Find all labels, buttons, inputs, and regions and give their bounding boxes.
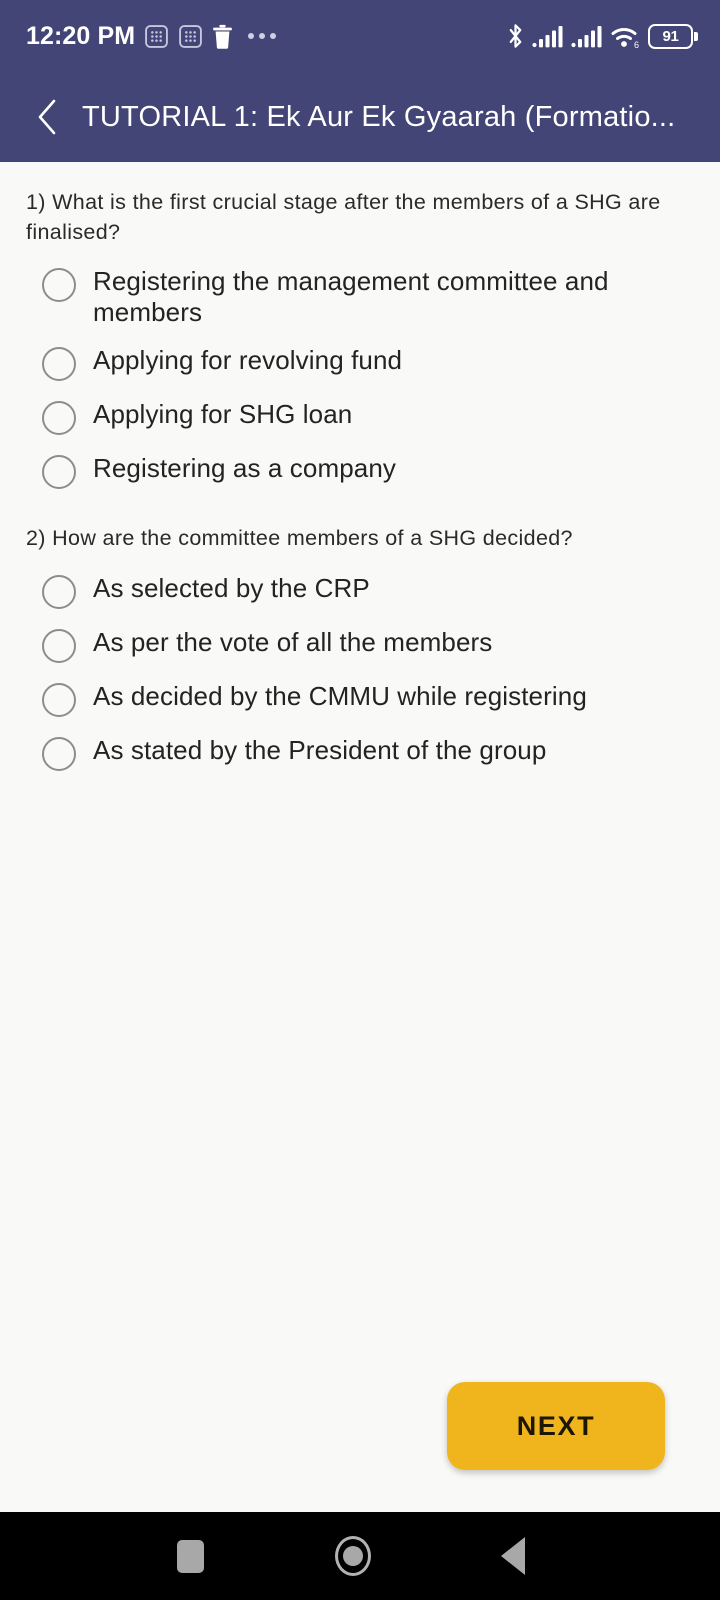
- footer-actions: NEXT: [0, 1382, 720, 1470]
- option-label: Applying for revolving fund: [93, 345, 403, 376]
- radio-button-icon[interactable]: [42, 628, 76, 663]
- option-label: As per the vote of all the members: [93, 626, 493, 657]
- chevron-left-icon: [38, 99, 56, 135]
- overflow-dots-icon: [248, 33, 277, 39]
- radio-button-icon[interactable]: [42, 347, 76, 382]
- svg-text:6: 6: [634, 40, 639, 49]
- circle-home-icon: [335, 1536, 371, 1576]
- options-list: As selected by the CRP As per the vote o…: [26, 564, 702, 780]
- option-row[interactable]: As selected by the CRP: [26, 564, 702, 618]
- radio-button-icon[interactable]: [42, 574, 76, 609]
- radio-button-icon[interactable]: [42, 682, 76, 717]
- status-bar: 12:20 PM 6 91: [0, 0, 720, 72]
- status-time: 12:20 PM: [26, 21, 136, 50]
- question-block: 1) What is the first crucial stage after…: [26, 188, 702, 498]
- option-row[interactable]: As decided by the CMMU while registering: [26, 672, 702, 726]
- home-button[interactable]: [308, 1512, 398, 1600]
- option-label: Applying for SHG loan: [93, 399, 353, 430]
- bluetooth-icon: [506, 23, 525, 49]
- android-nav-bar: [0, 1512, 720, 1600]
- option-row[interactable]: Registering as a company: [26, 444, 702, 498]
- radio-button-icon[interactable]: [42, 736, 76, 771]
- battery-icon: 91: [648, 23, 698, 49]
- radio-button-icon[interactable]: [42, 455, 76, 490]
- quiz-content: 1) What is the first crucial stage after…: [0, 162, 720, 1512]
- phone-screen: 12:20 PM 6 91 TUTORIAL 1: Ek Aur Ek Gyaa…: [0, 0, 720, 1600]
- keyboard-icon: [144, 24, 169, 49]
- options-list: Registering the management committee and…: [26, 257, 702, 498]
- back-button[interactable]: [24, 94, 70, 140]
- page-title: TUTORIAL 1: Ek Aur Ek Gyaarah (Formatio.…: [82, 100, 676, 133]
- option-label: As stated by the President of the group: [93, 734, 547, 765]
- keyboard-icon: [178, 24, 203, 49]
- option-label: Registering the management committee and…: [93, 266, 609, 327]
- status-bar-right: 6 91: [506, 23, 698, 49]
- question-text: 2) How are the committee members of a SH…: [26, 526, 573, 551]
- question-block: 2) How are the committee members of a SH…: [26, 524, 702, 780]
- option-row[interactable]: As per the vote of all the members: [26, 618, 702, 672]
- radio-button-icon[interactable]: [42, 401, 76, 436]
- status-bar-left: 12:20 PM: [26, 21, 277, 50]
- signal-sim1-icon: [532, 24, 564, 48]
- recents-button[interactable]: [145, 1512, 235, 1600]
- option-label: Registering as a company: [93, 453, 396, 484]
- option-row[interactable]: As stated by the President of the group: [26, 726, 702, 780]
- radio-button-icon[interactable]: [42, 268, 76, 303]
- square-recents-icon: [176, 1539, 204, 1573]
- app-bar: TUTORIAL 1: Ek Aur Ek Gyaarah (Formatio.…: [0, 72, 720, 162]
- option-row[interactable]: Applying for revolving fund: [26, 336, 702, 390]
- question-text: 1) What is the first crucial stage after…: [26, 190, 661, 244]
- option-row[interactable]: Applying for SHG loan: [26, 390, 702, 444]
- signal-sim2-icon: [571, 24, 603, 48]
- next-button[interactable]: NEXT: [447, 1382, 665, 1470]
- trash-icon: [212, 24, 233, 49]
- wifi-icon: 6: [610, 24, 641, 49]
- battery-level: 91: [662, 27, 679, 45]
- triangle-back-icon: [501, 1537, 525, 1575]
- back-nav-button[interactable]: [468, 1512, 558, 1600]
- option-row[interactable]: Registering the management committee and…: [26, 257, 702, 336]
- option-label: As decided by the CMMU while registering: [93, 680, 587, 711]
- option-label: As selected by the CRP: [93, 572, 370, 603]
